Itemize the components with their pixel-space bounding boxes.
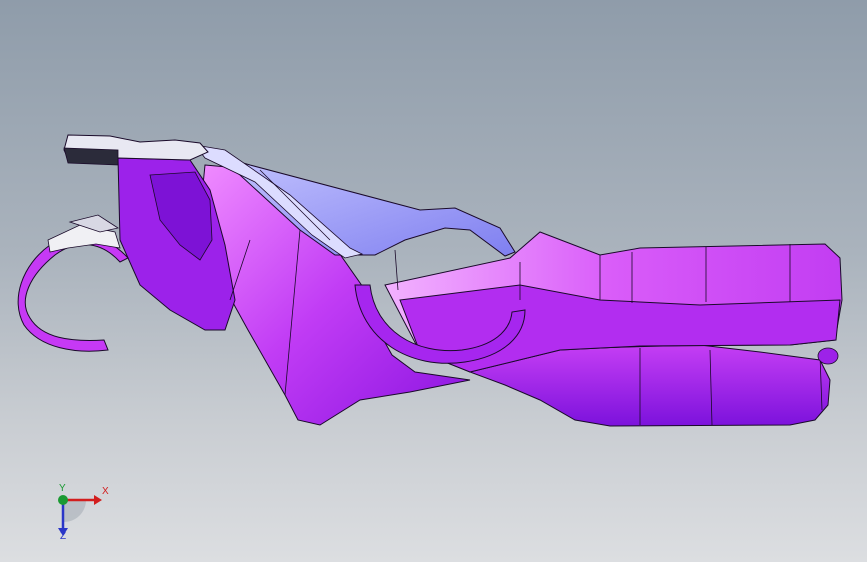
z-axis-label: Z xyxy=(60,531,67,542)
bracket-model[interactable] xyxy=(0,0,867,562)
graphics-viewport[interactable]: X Y Z xyxy=(0,0,867,562)
y-axis-label: Y xyxy=(59,483,66,494)
left-hook xyxy=(17,235,129,352)
top-left-tab-side xyxy=(63,147,119,166)
right-end-boss xyxy=(817,347,839,365)
x-axis-label: X xyxy=(102,486,109,497)
coordinate-triad: X Y Z xyxy=(46,482,116,546)
